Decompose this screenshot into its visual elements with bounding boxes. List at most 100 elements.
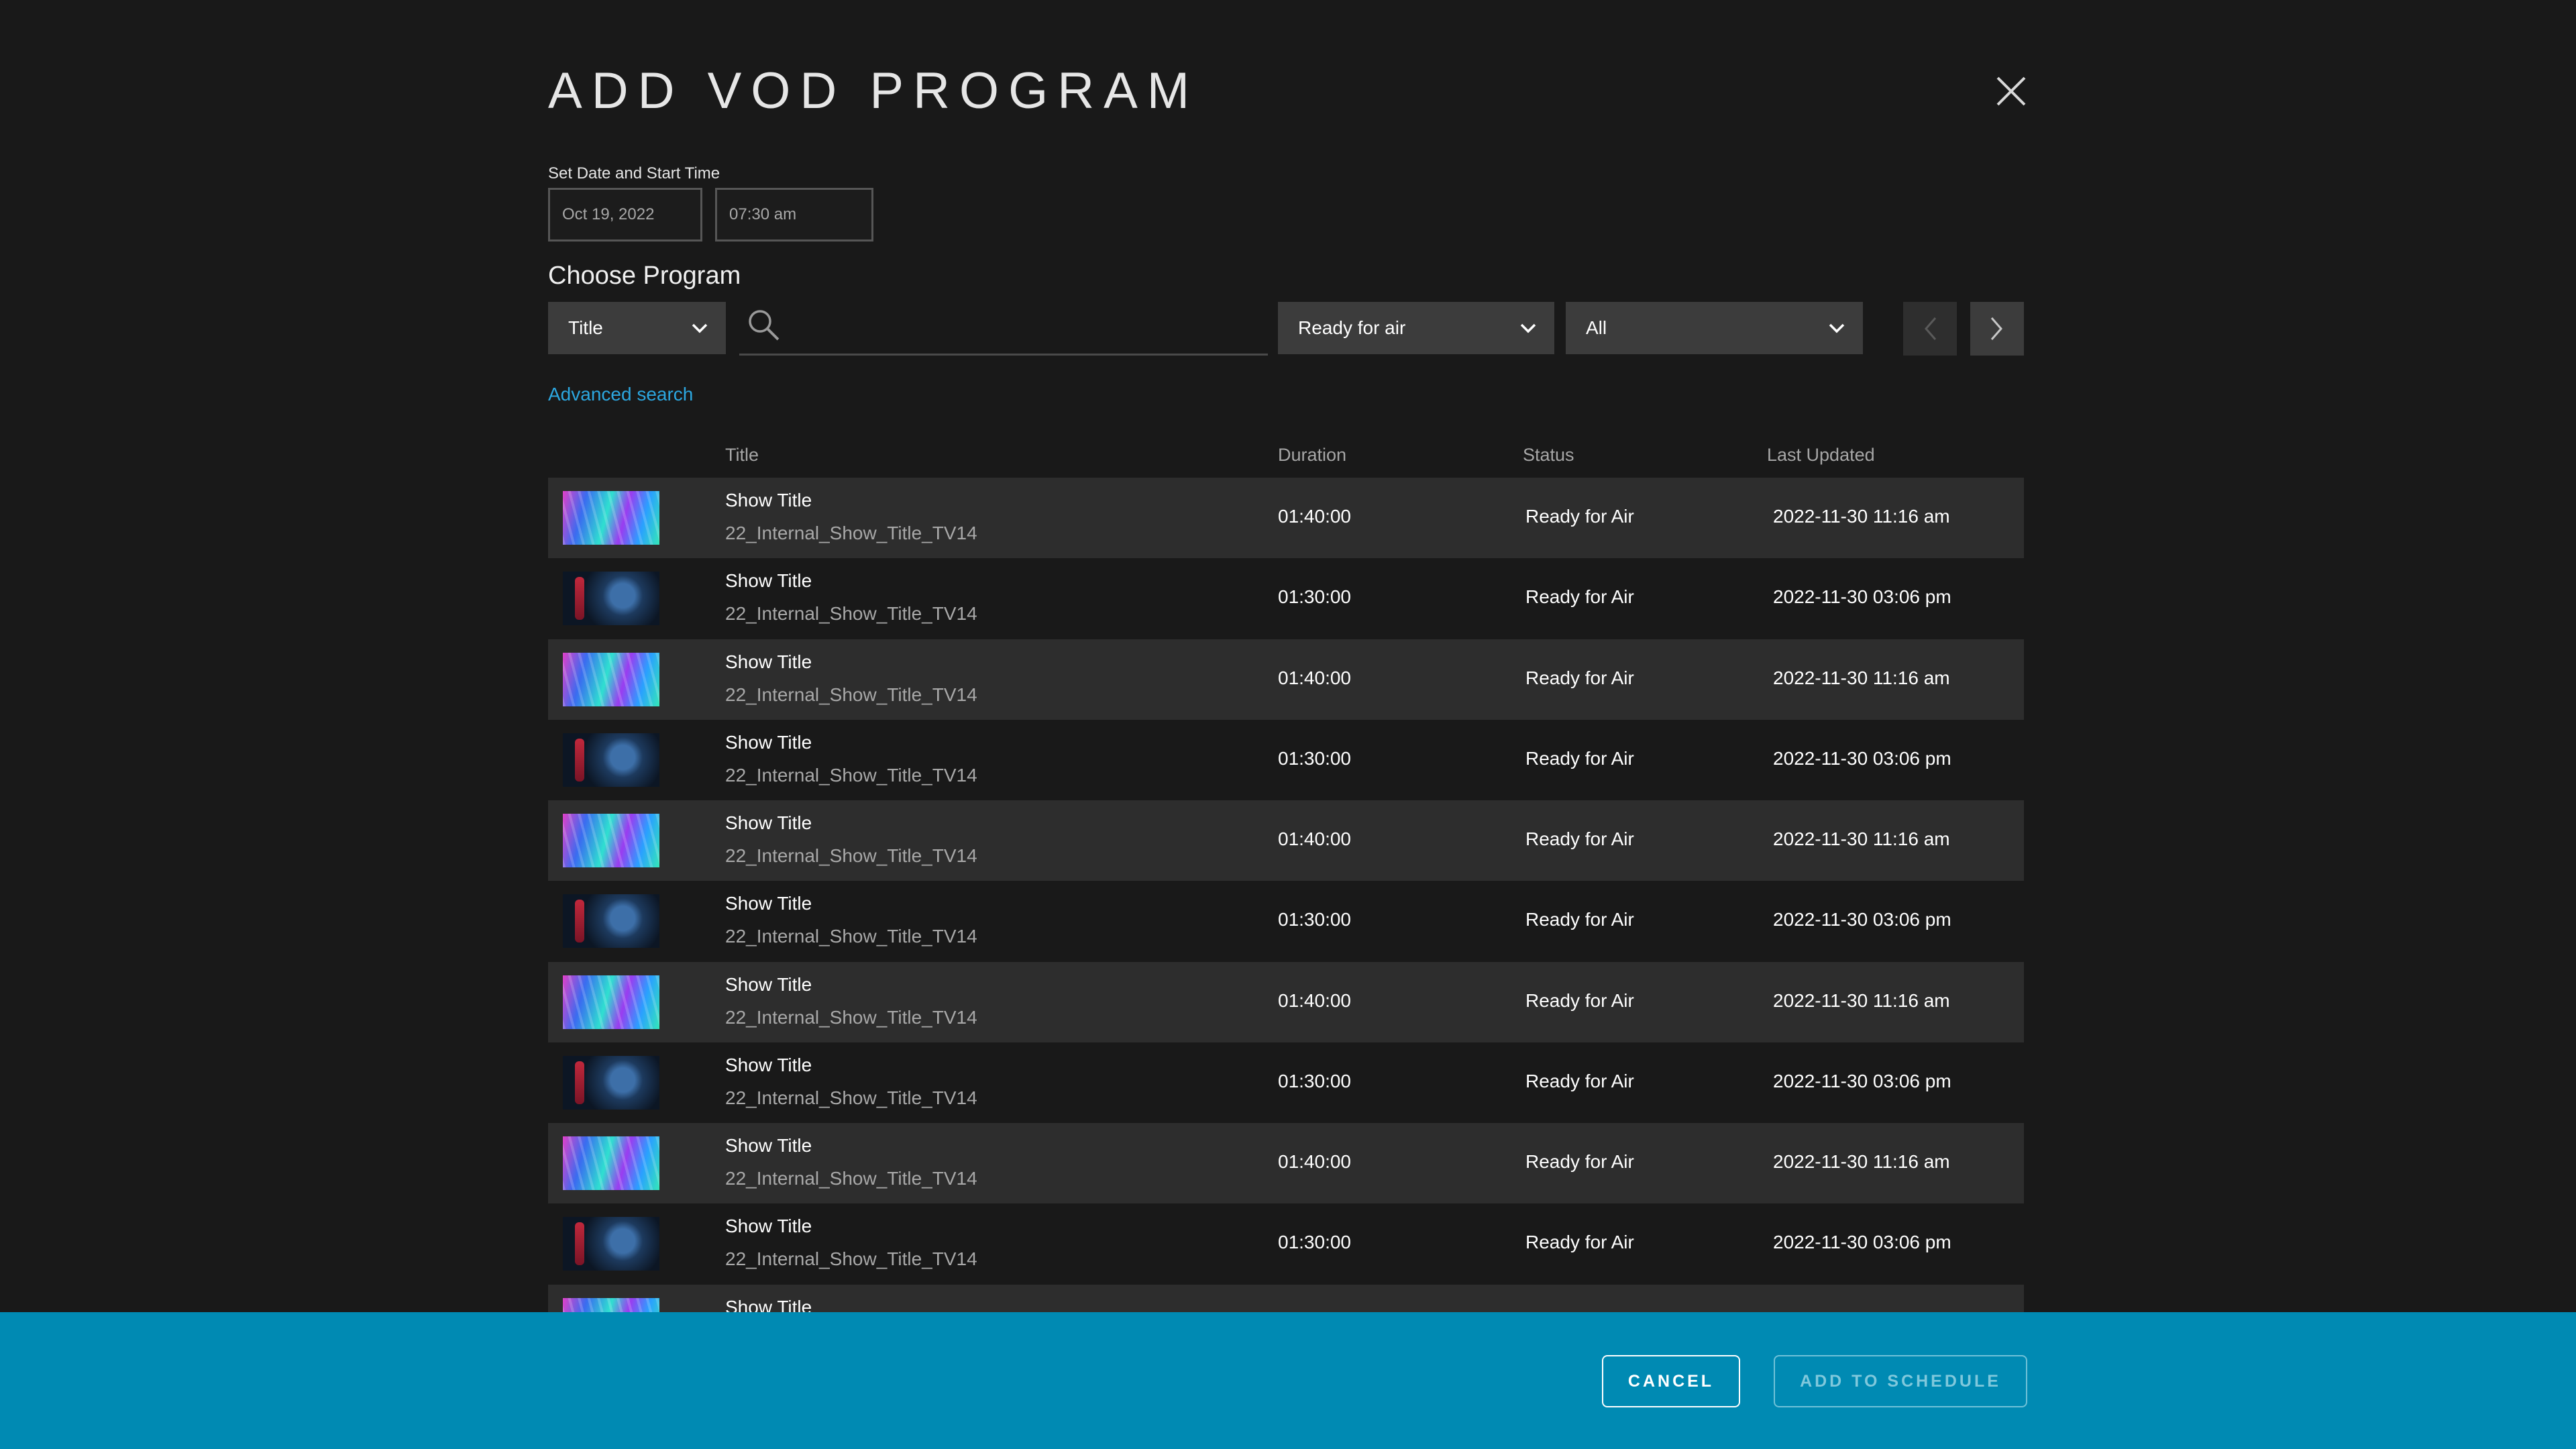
row-internal-name: 22_Internal_Show_Title_TV14 <box>725 926 977 947</box>
row-status: Ready for Air <box>1525 909 1634 930</box>
cancel-button[interactable]: CANCEL <box>1602 1355 1740 1407</box>
program-thumbnail <box>563 894 659 948</box>
search-input[interactable] <box>793 302 1263 353</box>
row-last-updated: 2022-11-30 03:06 pm <box>1773 586 1951 607</box>
start-date-field[interactable]: Oct 19, 2022 <box>548 188 702 241</box>
chevron-down-icon <box>1828 302 1845 354</box>
chevron-right-icon <box>1990 317 2002 340</box>
table-row[interactable]: Show Title 22_Internal_Show_Title_TV14 0… <box>548 558 2024 639</box>
chevron-down-icon <box>1519 302 1537 354</box>
row-last-updated: 2022-11-30 11:16 am <box>1773 667 1950 688</box>
row-last-updated: 2022-11-30 03:06 pm <box>1773 909 1951 930</box>
column-header-last-updated[interactable]: Last Updated <box>1767 445 1875 466</box>
dialog-title: ADD VOD PROGRAM <box>548 62 1199 119</box>
row-duration: 01:40:00 <box>1278 667 1351 688</box>
program-thumbnail <box>563 491 659 545</box>
date-time-label: Set Date and Start Time <box>548 164 720 182</box>
table-row[interactable]: Show Title 22_Internal_Show_Title_TV14 0… <box>548 1123 2024 1203</box>
row-title: Show Title <box>725 490 812 511</box>
row-status: Ready for Air <box>1525 1071 1634 1091</box>
choose-program-heading: Choose Program <box>548 262 741 290</box>
column-header-status[interactable]: Status <box>1523 445 1574 466</box>
row-status: Ready for Air <box>1525 990 1634 1011</box>
table-row[interactable]: Show Title 22_Internal_Show_Title_TV14 0… <box>548 962 2024 1042</box>
row-title: Show Title <box>725 570 812 591</box>
dialog-footer: CANCEL ADD TO SCHEDULE <box>0 1312 2576 1449</box>
row-duration: 01:30:00 <box>1278 909 1351 930</box>
status-filter-select[interactable]: Ready for air <box>1278 302 1554 354</box>
row-duration: 01:30:00 <box>1278 586 1351 607</box>
row-title: Show Title <box>725 1055 812 1075</box>
row-internal-name: 22_Internal_Show_Title_TV14 <box>725 1168 977 1189</box>
row-status: Ready for Air <box>1525 748 1634 769</box>
row-title: Show Title <box>725 812 812 833</box>
program-thumbnail <box>563 814 659 867</box>
table-row[interactable]: Show Title 22_Internal_Show_Title_TV14 0… <box>548 800 2024 881</box>
row-status: Ready for Air <box>1525 828 1634 849</box>
program-thumbnail <box>563 1056 659 1110</box>
row-status: Ready for Air <box>1525 1232 1634 1252</box>
row-status: Ready for Air <box>1525 1151 1634 1172</box>
program-thumbnail <box>563 1298 659 1312</box>
row-status: Ready for Air <box>1525 667 1634 688</box>
table-row[interactable]: Show Title <box>548 1285 2024 1312</box>
row-title: Show Title <box>725 1135 812 1156</box>
row-duration: 01:30:00 <box>1278 1232 1351 1252</box>
row-last-updated: 2022-11-30 03:06 pm <box>1773 748 1951 769</box>
program-list: Show Title 22_Internal_Show_Title_TV14 0… <box>548 478 2024 1312</box>
row-duration: 01:40:00 <box>1278 828 1351 849</box>
row-title: Show Title <box>725 974 812 995</box>
table-row[interactable]: Show Title 22_Internal_Show_Title_TV14 0… <box>548 720 2024 800</box>
program-thumbnail <box>563 653 659 706</box>
row-title: Show Title <box>725 893 812 914</box>
row-title: Show Title <box>725 1297 812 1312</box>
previous-page-button[interactable] <box>1903 302 1957 356</box>
start-time-field[interactable]: 07:30 am <box>715 188 873 241</box>
program-thumbnail <box>563 572 659 625</box>
add-vod-program-dialog: ADD VOD PROGRAM Set Date and Start Time … <box>0 0 2576 1449</box>
row-internal-name: 22_Internal_Show_Title_TV14 <box>725 1007 977 1028</box>
table-row[interactable]: Show Title 22_Internal_Show_Title_TV14 0… <box>548 1042 2024 1123</box>
row-duration: 01:40:00 <box>1278 1151 1351 1172</box>
row-duration: 01:40:00 <box>1278 506 1351 527</box>
column-header-title[interactable]: Title <box>725 445 759 466</box>
row-title: Show Title <box>725 732 812 753</box>
row-title: Show Title <box>725 651 812 672</box>
advanced-search-link[interactable]: Advanced search <box>548 384 693 405</box>
add-to-schedule-button[interactable]: ADD TO SCHEDULE <box>1774 1355 2027 1407</box>
chevron-left-icon <box>1925 317 1937 340</box>
row-last-updated: 2022-11-30 11:16 am <box>1773 990 1950 1011</box>
row-internal-name: 22_Internal_Show_Title_TV14 <box>725 523 977 543</box>
row-last-updated: 2022-11-30 11:16 am <box>1773 1151 1950 1172</box>
table-row[interactable]: Show Title 22_Internal_Show_Title_TV14 0… <box>548 639 2024 720</box>
status-filter-value: Ready for air <box>1298 317 1406 338</box>
column-header-duration[interactable]: Duration <box>1278 445 1346 466</box>
table-row[interactable]: Show Title 22_Internal_Show_Title_TV14 0… <box>548 1203 2024 1284</box>
chevron-down-icon <box>691 302 708 354</box>
category-filter-select[interactable]: All <box>1566 302 1863 354</box>
program-thumbnail <box>563 975 659 1029</box>
row-duration: 01:40:00 <box>1278 990 1351 1011</box>
row-status: Ready for Air <box>1525 586 1634 607</box>
search-type-value: Title <box>568 317 603 338</box>
row-internal-name: 22_Internal_Show_Title_TV14 <box>725 845 977 866</box>
row-title: Show Title <box>725 1216 812 1236</box>
search-type-select[interactable]: Title <box>548 302 726 354</box>
row-last-updated: 2022-11-30 03:06 pm <box>1773 1232 1951 1252</box>
row-internal-name: 22_Internal_Show_Title_TV14 <box>725 603 977 624</box>
next-page-button[interactable] <box>1970 302 2024 356</box>
row-duration: 01:30:00 <box>1278 1071 1351 1091</box>
program-thumbnail <box>563 1217 659 1271</box>
search-icon <box>746 307 781 342</box>
row-internal-name: 22_Internal_Show_Title_TV14 <box>725 1248 977 1269</box>
program-thumbnail <box>563 1136 659 1190</box>
row-status: Ready for Air <box>1525 506 1634 527</box>
row-last-updated: 2022-11-30 11:16 am <box>1773 828 1950 849</box>
table-row[interactable]: Show Title 22_Internal_Show_Title_TV14 0… <box>548 478 2024 558</box>
row-last-updated: 2022-11-30 03:06 pm <box>1773 1071 1951 1091</box>
table-row[interactable]: Show Title 22_Internal_Show_Title_TV14 0… <box>548 881 2024 961</box>
close-icon[interactable] <box>1992 72 2030 110</box>
search-bar <box>739 302 1268 356</box>
row-internal-name: 22_Internal_Show_Title_TV14 <box>725 684 977 705</box>
row-last-updated: 2022-11-30 11:16 am <box>1773 506 1950 527</box>
